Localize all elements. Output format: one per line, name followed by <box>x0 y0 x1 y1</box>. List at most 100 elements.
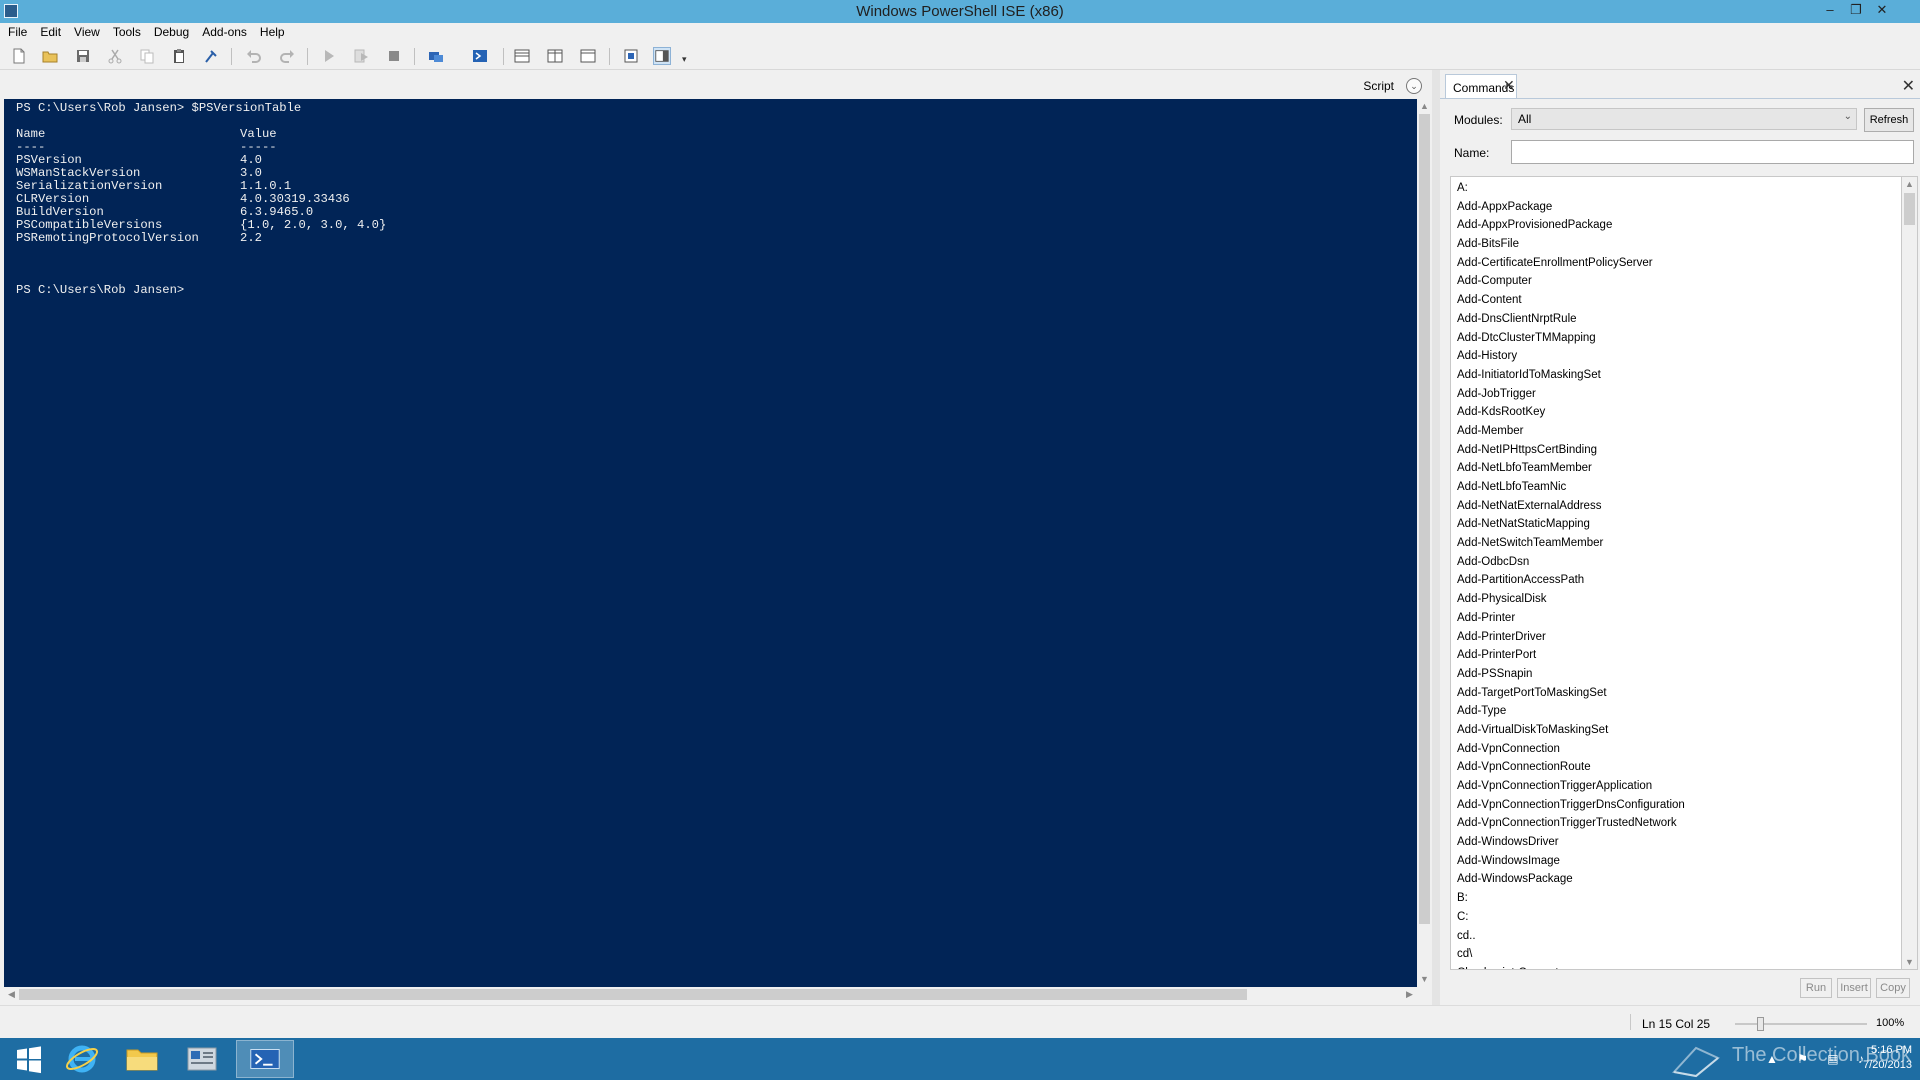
list-item[interactable]: Add-PrinterDriver <box>1457 628 1901 647</box>
name-filter-input[interactable] <box>1511 140 1914 164</box>
list-item[interactable]: Add-VpnConnectionTriggerApplication <box>1457 777 1901 796</box>
run-icon[interactable] <box>320 47 338 65</box>
show-command-addon-icon[interactable] <box>653 47 671 65</box>
menu-view[interactable]: View <box>66 23 105 39</box>
scrollbar-thumb[interactable] <box>1419 114 1430 924</box>
list-item[interactable]: Add-KdsRootKey <box>1457 403 1901 422</box>
modules-dropdown[interactable]: All ⌄ <box>1511 108 1857 130</box>
server-manager-icon[interactable] <box>173 1040 231 1078</box>
list-item[interactable]: Add-DtcClusterTMMapping <box>1457 329 1901 348</box>
console-vertical-scrollbar[interactable]: ▲ ▼ <box>1417 99 1432 987</box>
cut-icon[interactable] <box>106 47 124 65</box>
list-item[interactable]: Add-Content <box>1457 291 1901 310</box>
list-item[interactable]: cd\ <box>1457 945 1901 964</box>
scroll-up-icon[interactable]: ▲ <box>1902 177 1917 191</box>
refresh-button[interactable]: Refresh <box>1864 108 1914 132</box>
show-script-pane-icon[interactable] <box>622 47 640 65</box>
remote-powershell-icon[interactable] <box>427 47 445 65</box>
paste-icon[interactable] <box>170 47 188 65</box>
menu-debug[interactable]: Debug <box>146 23 194 39</box>
minimize-icon[interactable]: – <box>1817 0 1843 22</box>
tab-commands[interactable]: Commands ✕ <box>1445 74 1517 98</box>
list-item[interactable]: Add-PhysicalDisk <box>1457 590 1901 609</box>
new-file-icon[interactable] <box>10 47 28 65</box>
list-item[interactable]: Add-WindowsDriver <box>1457 833 1901 852</box>
list-item[interactable]: Add-NetLbfoTeamMember <box>1457 459 1901 478</box>
stop-icon[interactable] <box>385 47 403 65</box>
list-item[interactable]: Add-VpnConnectionTriggerDnsConfiguration <box>1457 796 1901 815</box>
list-item[interactable]: Add-AppxProvisionedPackage <box>1457 216 1901 235</box>
list-item[interactable]: Add-NetLbfoTeamNic <box>1457 478 1901 497</box>
show-script-maximized-icon[interactable] <box>579 47 597 65</box>
list-item[interactable]: Checkpoint-Computer <box>1457 964 1901 969</box>
scroll-down-icon[interactable]: ▼ <box>1902 955 1917 969</box>
list-item[interactable]: Add-History <box>1457 347 1901 366</box>
menu-file[interactable]: File <box>0 23 32 39</box>
command-list[interactable]: A: Add-AppxPackage Add-AppxProvisionedPack… <box>1450 176 1902 970</box>
command-list-scrollbar[interactable]: ▲ ▼ <box>1902 176 1918 970</box>
list-item[interactable]: Add-VpnConnectionRoute <box>1457 758 1901 777</box>
show-script-right-icon[interactable] <box>546 47 564 65</box>
menu-tools[interactable]: Tools <box>105 23 146 39</box>
undo-icon[interactable] <box>245 47 263 65</box>
restore-icon[interactable]: ❐ <box>1843 0 1869 22</box>
run-button[interactable]: Run <box>1800 978 1832 998</box>
menu-help[interactable]: Help <box>252 23 290 39</box>
scroll-left-icon[interactable]: ◀ <box>4 987 19 1002</box>
list-item[interactable]: Add-Member <box>1457 422 1901 441</box>
save-icon[interactable] <box>74 47 92 65</box>
open-folder-icon[interactable] <box>41 47 59 65</box>
start-icon[interactable] <box>0 1040 58 1078</box>
list-item[interactable]: Add-OdbcDsn <box>1457 553 1901 572</box>
list-item[interactable]: B: <box>1457 889 1901 908</box>
list-item[interactable]: Add-VirtualDiskToMaskingSet <box>1457 721 1901 740</box>
list-item[interactable]: Add-InitiatorIdToMaskingSet <box>1457 366 1901 385</box>
console-horizontal-scrollbar[interactable]: ◀ ▶ <box>4 987 1417 1002</box>
list-item[interactable]: Add-PartitionAccessPath <box>1457 571 1901 590</box>
list-item[interactable]: Add-VpnConnectionTriggerTrustedNetwork <box>1457 814 1901 833</box>
list-item[interactable]: Add-Computer <box>1457 272 1901 291</box>
console-pane[interactable]: PS C:\Users\Rob Jansen> $PSVersionTable … <box>4 99 1417 987</box>
show-script-chevron-icon[interactable]: ⌄ <box>1406 78 1422 94</box>
toolbar-overflow-icon[interactable]: ▾ <box>682 54 687 65</box>
list-item[interactable]: Add-NetNatStaticMapping <box>1457 515 1901 534</box>
menu-edit[interactable]: Edit <box>32 23 66 39</box>
show-script-top-icon[interactable] <box>513 47 531 65</box>
scrollbar-thumb[interactable] <box>1904 193 1915 225</box>
list-item[interactable]: Add-NetNatExternalAddress <box>1457 497 1901 516</box>
close-pane-icon[interactable]: ✕ <box>1902 76 1915 96</box>
list-item[interactable]: Add-Printer <box>1457 609 1901 628</box>
powershell-console-icon[interactable] <box>471 47 489 65</box>
list-item[interactable]: Add-TargetPortToMaskingSet <box>1457 684 1901 703</box>
close-icon[interactable]: ✕ <box>1869 0 1895 22</box>
script-label[interactable]: Script <box>1363 79 1394 93</box>
pane-splitter[interactable] <box>1432 70 1440 1005</box>
copy-button[interactable]: Copy <box>1876 978 1910 998</box>
list-item[interactable]: Add-AppxPackage <box>1457 198 1901 217</box>
list-item[interactable]: Add-WindowsPackage <box>1457 870 1901 889</box>
internet-explorer-icon[interactable] <box>53 1040 111 1078</box>
tray-clock[interactable]: 5:16 PM 7/20/2013 <box>1838 1043 1912 1073</box>
zoom-slider[interactable] <box>1735 1023 1867 1025</box>
close-icon[interactable]: ✕ <box>1503 78 1515 92</box>
list-item[interactable]: Add-NetSwitchTeamMember <box>1457 534 1901 553</box>
file-explorer-icon[interactable] <box>113 1040 171 1078</box>
zoom-slider-thumb[interactable] <box>1757 1017 1765 1031</box>
clear-console-icon[interactable] <box>202 47 220 65</box>
redo-icon[interactable] <box>278 47 296 65</box>
list-item[interactable]: Add-PrinterPort <box>1457 646 1901 665</box>
insert-button[interactable]: Insert <box>1837 978 1871 998</box>
scroll-right-icon[interactable]: ▶ <box>1402 987 1417 1002</box>
list-item[interactable]: C: <box>1457 908 1901 927</box>
list-item[interactable]: Add-JobTrigger <box>1457 385 1901 404</box>
menu-add-ons[interactable]: Add-ons <box>194 23 252 39</box>
copy-icon[interactable] <box>138 47 156 65</box>
scroll-down-icon[interactable]: ▼ <box>1417 972 1432 987</box>
list-item[interactable]: Add-PSSnapin <box>1457 665 1901 684</box>
powershell-ise-icon[interactable] <box>236 1040 294 1078</box>
scrollbar-thumb[interactable] <box>19 989 1247 1000</box>
list-item[interactable]: Add-WindowsImage <box>1457 852 1901 871</box>
list-item[interactable]: A: <box>1457 179 1901 198</box>
list-item[interactable]: Add-DnsClientNrptRule <box>1457 310 1901 329</box>
run-selection-icon[interactable] <box>352 47 370 65</box>
